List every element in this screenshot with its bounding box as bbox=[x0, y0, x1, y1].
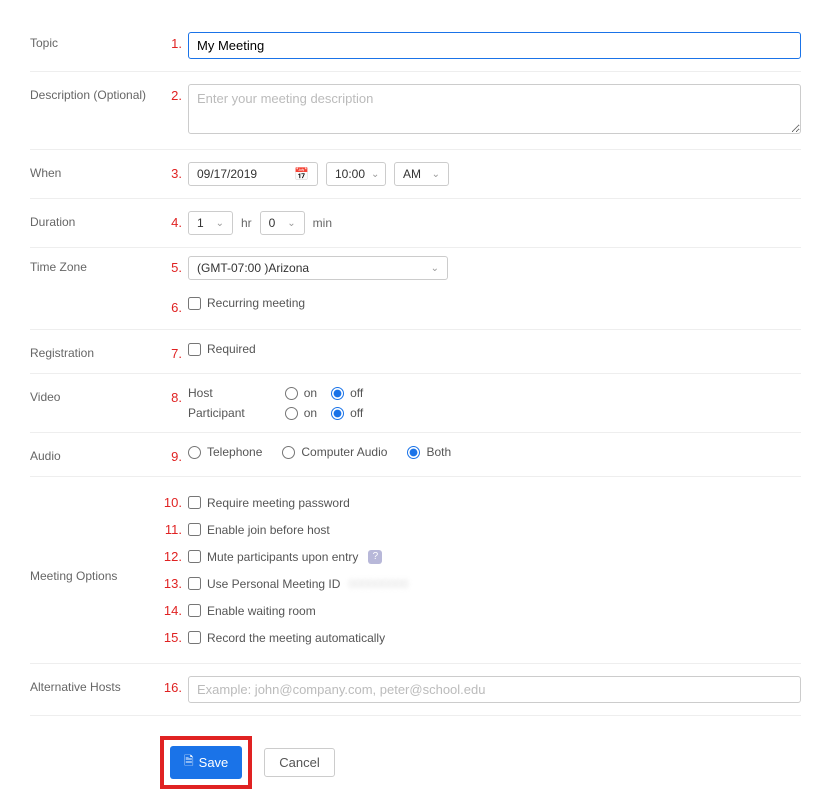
save-highlight-box: 🗎 Save bbox=[160, 736, 252, 789]
require-password-checkbox[interactable]: Require meeting password bbox=[188, 496, 350, 510]
time-select[interactable]: 10:00 ⌄ bbox=[326, 162, 386, 186]
participant-video-on[interactable]: on bbox=[285, 406, 317, 420]
button-row: 🗎 Save Cancel bbox=[160, 736, 801, 789]
step-12: 12. bbox=[160, 549, 188, 564]
host-video-on[interactable]: on bbox=[285, 386, 317, 400]
row-meeting-options: Meeting Options 10. Require meeting pass… bbox=[30, 477, 801, 664]
duration-hours-select[interactable]: 1 ⌄ bbox=[188, 211, 233, 235]
hr-label: hr bbox=[241, 216, 252, 230]
calendar-icon: 📅 bbox=[294, 167, 309, 181]
chevron-down-icon: ⌄ bbox=[287, 218, 295, 229]
min-label: min bbox=[313, 216, 332, 230]
audio-telephone[interactable]: Telephone bbox=[188, 445, 262, 459]
label-description: Description (Optional) bbox=[30, 84, 160, 102]
save-button[interactable]: 🗎 Save bbox=[170, 746, 242, 779]
step-16: 16. bbox=[160, 676, 188, 695]
pmi-blurred: 000000000 bbox=[348, 577, 408, 591]
meeting-settings-form: Topic 1. Description (Optional) 2. When … bbox=[0, 0, 831, 809]
ampm-value: AM bbox=[403, 167, 421, 181]
step-8: 8. bbox=[160, 386, 188, 405]
step-6: 6. bbox=[160, 296, 188, 315]
row-timezone-group: Time Zone 5. (GMT-07:00 )Arizona ⌄ 6. Re… bbox=[30, 248, 801, 330]
description-input[interactable] bbox=[188, 84, 801, 134]
recurring-label: Recurring meeting bbox=[207, 296, 305, 310]
row-video: Video 8. Host Participant on off on off bbox=[30, 374, 801, 433]
step-2: 2. bbox=[160, 84, 188, 103]
step-1: 1. bbox=[160, 32, 188, 51]
step-7: 7. bbox=[160, 342, 188, 361]
step-14: 14. bbox=[160, 603, 188, 618]
chevron-down-icon: ⌄ bbox=[371, 169, 379, 180]
minutes-value: 0 bbox=[269, 216, 276, 230]
label-meeting-options: Meeting Options bbox=[30, 489, 160, 583]
join-before-host-checkbox[interactable]: Enable join before host bbox=[188, 523, 330, 537]
chevron-down-icon: ⌄ bbox=[216, 218, 224, 229]
step-5: 5. bbox=[160, 256, 188, 275]
recurring-meeting-checkbox[interactable]: Recurring meeting bbox=[188, 296, 801, 310]
info-icon[interactable]: ? bbox=[368, 550, 382, 564]
waiting-room-checkbox[interactable]: Enable waiting room bbox=[188, 604, 316, 618]
row-alternative-hosts: Alternative Hosts 16. bbox=[30, 664, 801, 716]
step-15: 15. bbox=[160, 630, 188, 645]
label-topic: Topic bbox=[30, 32, 160, 50]
row-topic: Topic 1. bbox=[30, 20, 801, 72]
registration-required-checkbox[interactable]: Required bbox=[188, 342, 801, 356]
step-9: 9. bbox=[160, 445, 188, 464]
required-label: Required bbox=[207, 342, 256, 356]
row-registration: Registration 7. Required bbox=[30, 330, 801, 374]
personal-meeting-id-checkbox[interactable]: Use Personal Meeting ID000000000 bbox=[188, 577, 408, 591]
label-timezone: Time Zone bbox=[30, 256, 160, 274]
video-host-label: Host bbox=[188, 386, 245, 400]
timezone-value: (GMT-07:00 )Arizona bbox=[197, 261, 309, 275]
step-4: 4. bbox=[160, 211, 188, 230]
label-alternative-hosts: Alternative Hosts bbox=[30, 676, 160, 694]
record-automatically-checkbox[interactable]: Record the meeting automatically bbox=[188, 631, 385, 645]
chevron-down-icon: ⌄ bbox=[431, 263, 439, 274]
audio-computer[interactable]: Computer Audio bbox=[282, 445, 387, 459]
topic-input[interactable] bbox=[188, 32, 801, 59]
save-icon: 🗎 bbox=[184, 752, 194, 773]
date-value: 09/17/2019 bbox=[197, 167, 257, 181]
video-participant-label: Participant bbox=[188, 406, 245, 420]
row-duration: Duration 4. 1 ⌄ hr 0 ⌄ min bbox=[30, 199, 801, 248]
step-13: 13. bbox=[160, 576, 188, 591]
host-video-off[interactable]: off bbox=[331, 386, 363, 400]
label-duration: Duration bbox=[30, 211, 160, 229]
date-picker[interactable]: 09/17/2019 📅 bbox=[188, 162, 318, 186]
recurring-checkbox-input[interactable] bbox=[188, 297, 201, 310]
row-when: When 3. 09/17/2019 📅 10:00 ⌄ AM ⌄ bbox=[30, 150, 801, 199]
label-when: When bbox=[30, 162, 160, 180]
ampm-select[interactable]: AM ⌄ bbox=[394, 162, 449, 186]
label-registration: Registration bbox=[30, 342, 160, 360]
duration-minutes-select[interactable]: 0 ⌄ bbox=[260, 211, 305, 235]
mute-on-entry-checkbox[interactable]: Mute participants upon entry? bbox=[188, 550, 382, 564]
timezone-select[interactable]: (GMT-07:00 )Arizona ⌄ bbox=[188, 256, 448, 280]
step-10: 10. bbox=[160, 495, 188, 510]
step-11: 11. bbox=[160, 522, 188, 537]
save-label: Save bbox=[199, 755, 229, 770]
row-description: Description (Optional) 2. bbox=[30, 72, 801, 150]
alternative-hosts-input[interactable] bbox=[188, 676, 801, 703]
cancel-button[interactable]: Cancel bbox=[264, 748, 334, 777]
participant-video-off[interactable]: off bbox=[331, 406, 363, 420]
chevron-down-icon: ⌄ bbox=[432, 169, 440, 180]
required-checkbox-input[interactable] bbox=[188, 343, 201, 356]
audio-both[interactable]: Both bbox=[407, 445, 451, 459]
label-audio: Audio bbox=[30, 445, 160, 463]
row-audio: Audio 9. Telephone Computer Audio Both bbox=[30, 433, 801, 477]
hours-value: 1 bbox=[197, 216, 204, 230]
label-video: Video bbox=[30, 386, 160, 404]
time-value: 10:00 bbox=[335, 167, 365, 181]
step-3: 3. bbox=[160, 162, 188, 181]
